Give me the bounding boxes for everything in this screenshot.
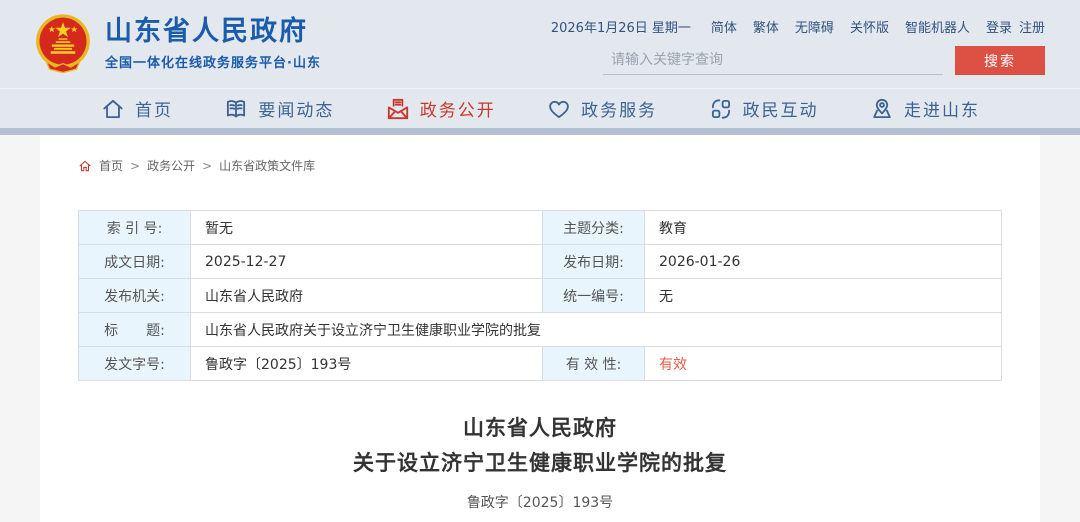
nav-item-public-interaction[interactable]: 政民互动 xyxy=(708,96,819,122)
document-header: 山东省人民政府 关于设立济宁卫生健康职业学院的批复 鲁政字〔2025〕193号 xyxy=(78,411,1002,512)
meta-label-index-number: 索 引 号: xyxy=(78,210,191,245)
document-title-line2: 关于设立济宁卫生健康职业学院的批复 xyxy=(353,450,727,475)
meta-label-validity: 有 效 性: xyxy=(542,346,645,381)
meta-value-index-number: 暂无 xyxy=(190,210,543,245)
table-row: 发文字号: 鲁政字〔2025〕193号 有 效 性: 有效 xyxy=(78,346,1002,381)
site-subtitle: 全国一体化在线政务服务平台·山东 xyxy=(105,55,321,71)
page: 山东省人民政府 全国一体化在线政务服务平台·山东 2026年1月26日 星期一 … xyxy=(0,0,1080,522)
nav-item-home[interactable]: 首页 xyxy=(100,96,173,122)
book-icon xyxy=(223,96,249,122)
nav-bottom-strip xyxy=(0,128,1080,135)
breadcrumb-item-disclosure[interactable]: 政务公开 xyxy=(147,157,195,174)
link-login[interactable]: 登录 xyxy=(986,17,1012,36)
nav-item-label: 政务服务 xyxy=(581,101,658,121)
meta-label-unified-number: 统一编号: xyxy=(542,278,645,313)
meta-value-written-date: 2025-12-27 xyxy=(190,244,543,279)
meta-label-document-number: 发文字号: xyxy=(78,346,191,381)
meta-label-title: 标 题: xyxy=(78,312,191,347)
breadcrumb: 首页 > 政务公开 > 山东省政策文件库 xyxy=(78,157,1002,174)
table-row: 发布机关: 山东省人民政府 统一编号: 无 xyxy=(78,278,1002,313)
meta-label-topic-category: 主题分类: xyxy=(542,210,645,245)
topbar: 2026年1月26日 星期一 简体 繁体 无障碍 关怀版 智能机器人 登录 注册 xyxy=(551,17,1045,36)
main-nav: 首页 要闻动态 政务公开 政务服务 政民互动 走进山东 xyxy=(0,88,1080,128)
interaction-icon xyxy=(708,96,734,122)
nav-item-label: 走进山东 xyxy=(903,101,980,121)
breadcrumb-item-home[interactable]: 首页 xyxy=(99,157,123,174)
meta-value-publish-date: 2026-01-26 xyxy=(644,244,1002,279)
map-pin-icon xyxy=(869,96,895,122)
meta-label-issuing-agency: 发布机关: xyxy=(78,278,191,313)
meta-value-validity: 有效 xyxy=(644,346,1002,381)
document-meta-table: 索 引 号: 暂无 主题分类: 教育 成文日期: 2025-12-27 发布日期… xyxy=(78,210,1002,381)
search-bar: 搜索 xyxy=(603,46,1045,75)
national-emblem-logo xyxy=(36,14,90,74)
link-register[interactable]: 注册 xyxy=(1019,17,1045,36)
table-row: 索 引 号: 暂无 主题分类: 教育 xyxy=(78,210,1002,245)
link-simplified[interactable]: 简体 xyxy=(711,17,737,36)
breadcrumb-home-icon xyxy=(78,159,92,173)
envelope-icon xyxy=(385,96,411,122)
link-smart-robot[interactable]: 智能机器人 xyxy=(905,17,970,36)
nav-item-label: 首页 xyxy=(135,101,173,121)
nav-item-gov-services[interactable]: 政务服务 xyxy=(546,96,657,122)
nav-item-news[interactable]: 要闻动态 xyxy=(223,96,334,122)
nav-item-label: 政务公开 xyxy=(419,101,496,121)
site-header: 山东省人民政府 全国一体化在线政务服务平台·山东 2026年1月26日 星期一 … xyxy=(0,0,1080,88)
search-input[interactable] xyxy=(603,46,943,75)
heart-icon xyxy=(546,96,572,122)
meta-value-document-number: 鲁政字〔2025〕193号 xyxy=(190,346,543,381)
page-body: 首页 > 政务公开 > 山东省政策文件库 索 引 号: 暂无 主题分类: 教育 … xyxy=(0,135,1080,522)
link-traditional[interactable]: 繁体 xyxy=(753,17,779,36)
table-row: 成文日期: 2025-12-27 发布日期: 2026-01-26 xyxy=(78,244,1002,279)
meta-label-publish-date: 发布日期: xyxy=(542,244,645,279)
meta-value-issuing-agency: 山东省人民政府 xyxy=(190,278,543,313)
current-date: 2026年1月26日 星期一 xyxy=(550,21,691,36)
meta-value-topic-category: 教育 xyxy=(644,210,1002,245)
nav-item-gov-disclosure[interactable]: 政务公开 xyxy=(385,96,496,122)
link-accessibility[interactable]: 无障碍 xyxy=(795,17,834,36)
content-card: 首页 > 政务公开 > 山东省政策文件库 索 引 号: 暂无 主题分类: 教育 … xyxy=(40,135,1040,522)
nav-item-about-shandong[interactable]: 走进山东 xyxy=(869,96,980,122)
meta-label-written-date: 成文日期: xyxy=(78,244,191,279)
breadcrumb-separator: > xyxy=(130,158,141,173)
meta-value-unified-number: 无 xyxy=(644,278,1002,313)
nav-item-label: 政民互动 xyxy=(742,101,819,121)
document-number: 鲁政字〔2025〕193号 xyxy=(466,495,614,512)
site-title: 山东省人民政府 xyxy=(105,16,308,48)
meta-value-title: 山东省人民政府关于设立济宁卫生健康职业学院的批复 xyxy=(190,312,1002,347)
search-button[interactable]: 搜索 xyxy=(955,46,1045,75)
document-title-line1: 山东省人民政府 xyxy=(463,416,617,440)
brand[interactable]: 山东省人民政府 全国一体化在线政务服务平台·山东 xyxy=(35,13,321,75)
link-care-version[interactable]: 关怀版 xyxy=(850,17,889,36)
breadcrumb-separator: > xyxy=(202,158,213,173)
breadcrumb-item-policy-library[interactable]: 山东省政策文件库 xyxy=(219,157,315,174)
home-icon xyxy=(100,96,126,122)
table-row: 标 题: 山东省人民政府关于设立济宁卫生健康职业学院的批复 xyxy=(78,312,1002,347)
nav-item-label: 要闻动态 xyxy=(258,101,335,121)
